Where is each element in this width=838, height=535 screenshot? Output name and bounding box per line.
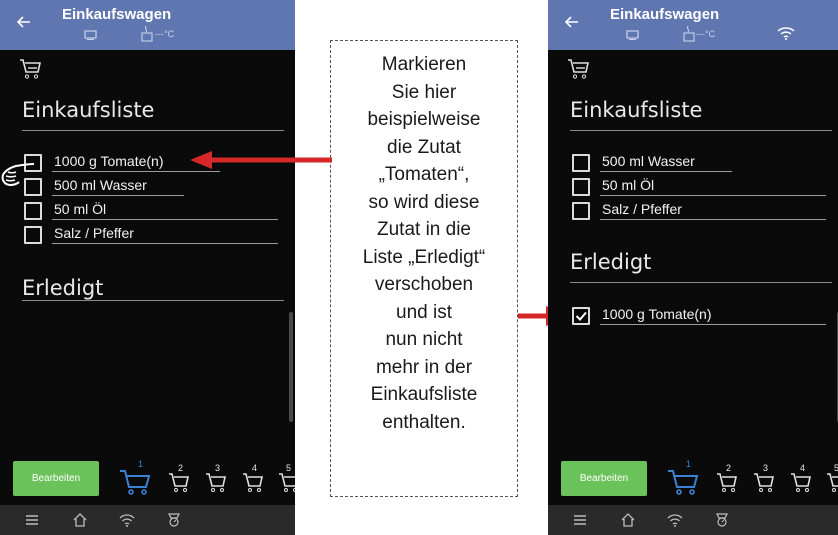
- back-arrow-icon[interactable]: [562, 12, 582, 32]
- shopping-list-heading: Einkaufsliste: [22, 98, 155, 122]
- back-arrow-icon[interactable]: [14, 12, 34, 32]
- list-item[interactable]: 50 ml Öl: [572, 176, 828, 196]
- right-phone-screen: Einkaufswagen ---°C Einkaufsliste 500 ml…: [548, 0, 838, 535]
- callout-line: Markieren: [381, 54, 467, 75]
- temperature-readout: ---°C: [696, 29, 716, 39]
- list-item[interactable]: 50 ml Öl: [24, 200, 280, 220]
- callout-line: mehr in der: [375, 356, 473, 378]
- page-title: Einkaufswagen: [610, 6, 720, 23]
- menu-icon[interactable]: [572, 512, 588, 532]
- divider: [600, 171, 732, 172]
- edit-button[interactable]: Bearbeiten: [13, 461, 99, 496]
- shopping-cart-icon: [169, 473, 189, 492]
- bottom-bar: [548, 505, 838, 535]
- wifi-icon[interactable]: [118, 512, 136, 532]
- item-label: 1000 g Tomate(n): [54, 153, 164, 169]
- shopping-cart-icon: [566, 57, 590, 85]
- checkbox[interactable]: [572, 154, 590, 172]
- callout-text: Markieren Sie hier beispielweise die Zut…: [331, 51, 517, 436]
- checkbox-checked[interactable]: [572, 307, 590, 325]
- instruction-callout: Markieren Sie hier beispielweise die Zut…: [330, 40, 518, 497]
- checkbox[interactable]: [572, 202, 590, 220]
- divider: [600, 324, 826, 325]
- done-heading: Erledigt: [22, 276, 104, 300]
- callout-line: Sie hier: [391, 81, 457, 103]
- page-title: Einkaufswagen: [62, 6, 172, 23]
- kitchen-scale-icon: [84, 29, 98, 43]
- divider: [600, 195, 826, 196]
- shopping-cart-icon: [827, 473, 838, 492]
- wifi-icon: [776, 25, 796, 44]
- scale-icon[interactable]: [166, 512, 182, 532]
- edit-button[interactable]: Bearbeiten: [561, 461, 647, 496]
- shopping-cart-icon: [120, 470, 151, 495]
- callout-line: die Zutat: [387, 136, 461, 158]
- header-bar: Einkaufswagen ---°C: [548, 0, 838, 50]
- item-label: 500 ml Wasser: [602, 153, 695, 169]
- callout-line: nun nicht: [385, 329, 463, 350]
- divider: [600, 219, 826, 220]
- shopping-cart-icon: [791, 473, 811, 492]
- divider: [52, 171, 220, 172]
- checkbox[interactable]: [572, 178, 590, 196]
- item-label: Salz / Pfeffer: [54, 225, 134, 241]
- list-item[interactable]: 500 ml Wasser: [24, 176, 280, 196]
- callout-line: verschoben: [374, 274, 474, 295]
- left-arrow-icon: [190, 151, 332, 169]
- shopping-cart-icon: [279, 473, 295, 492]
- temperature-readout: ---°C: [155, 29, 175, 39]
- kitchen-scale-icon: [626, 29, 640, 43]
- divider: [22, 300, 284, 301]
- scrollbar[interactable]: [289, 312, 293, 422]
- bottom-bar: [0, 505, 295, 535]
- list-item[interactable]: 500 ml Wasser: [572, 152, 828, 172]
- shopping-cart-icon: [18, 57, 42, 85]
- list-item[interactable]: 1000 g Tomate(n): [572, 305, 828, 325]
- pot-icon: [682, 24, 696, 45]
- callout-line: enthalten.: [382, 411, 466, 433]
- shopping-list-heading: Einkaufsliste: [570, 98, 703, 122]
- pot-icon: [140, 24, 154, 45]
- callout-line: so wird diese: [368, 191, 480, 213]
- list-item[interactable]: Salz / Pfeffer: [572, 200, 828, 220]
- divider: [22, 130, 284, 131]
- shopping-cart-icon: [243, 473, 263, 492]
- callout-line: Zutat in die: [377, 219, 471, 240]
- list-item[interactable]: Salz / Pfeffer: [24, 224, 280, 244]
- divider: [52, 243, 278, 244]
- callout-line: und ist: [396, 301, 452, 323]
- item-label: Salz / Pfeffer: [602, 201, 682, 217]
- shopping-cart-icon: [668, 470, 699, 495]
- done-heading: Erledigt: [570, 250, 652, 274]
- item-label: 1000 g Tomate(n): [602, 306, 712, 322]
- header-bar: Einkaufswagen ---°C: [0, 0, 295, 50]
- home-icon[interactable]: [72, 512, 88, 532]
- callout-line: Einkaufsliste: [370, 384, 478, 405]
- item-label: 50 ml Öl: [602, 177, 655, 193]
- divider: [52, 195, 184, 196]
- callout-line: „Tomaten“,: [378, 164, 470, 185]
- left-phone-screen: Einkaufswagen ---°C Einkaufsliste 1000 g…: [0, 0, 295, 535]
- item-label: 50 ml Öl: [54, 201, 107, 217]
- check-icon: [575, 311, 587, 321]
- scale-icon[interactable]: [714, 512, 730, 532]
- pointing-hand-icon: [0, 158, 36, 192]
- callout-line: beispielweise: [367, 109, 481, 130]
- divider: [52, 219, 278, 220]
- wifi-icon[interactable]: [666, 512, 684, 532]
- shopping-cart-icon: [754, 473, 774, 492]
- menu-icon[interactable]: [24, 512, 40, 532]
- home-icon[interactable]: [620, 512, 636, 532]
- divider: [570, 282, 832, 283]
- shopping-cart-icon: [717, 473, 737, 492]
- callout-line: Liste „Erledigt“: [362, 246, 486, 268]
- checkbox[interactable]: [24, 226, 42, 244]
- shopping-cart-icon: [206, 473, 226, 492]
- item-label: 500 ml Wasser: [54, 177, 147, 193]
- checkbox[interactable]: [24, 202, 42, 220]
- divider: [570, 130, 832, 131]
